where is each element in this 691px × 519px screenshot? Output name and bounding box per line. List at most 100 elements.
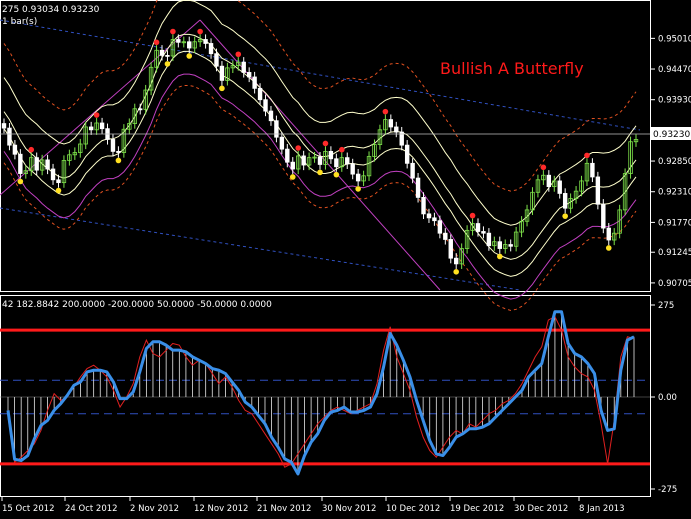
bear-candle bbox=[18, 153, 23, 174]
oscillator-lines bbox=[6, 310, 635, 476]
fractal-high-marker bbox=[28, 146, 35, 153]
bear-candle bbox=[219, 65, 225, 81]
fractal-high-marker bbox=[235, 51, 242, 58]
bear-candle bbox=[268, 110, 274, 122]
date-tick-label: 19 Dec 2012 bbox=[450, 504, 504, 514]
bear-candle bbox=[246, 72, 252, 78]
fractal-high-marker bbox=[170, 28, 176, 35]
bear-candle bbox=[257, 87, 263, 101]
bear-candle bbox=[252, 76, 257, 89]
bear-candle bbox=[355, 173, 361, 182]
oscillator-tick-label: 275 bbox=[658, 301, 674, 311]
fractal-low-marker bbox=[333, 171, 340, 178]
bear-candle bbox=[1, 123, 7, 129]
bear-candle bbox=[317, 156, 323, 165]
fractal-high-marker bbox=[322, 140, 329, 147]
bear-candle bbox=[45, 159, 50, 170]
fractal-low-marker bbox=[115, 157, 122, 164]
fractal-low-marker bbox=[605, 245, 612, 251]
bear-candle bbox=[546, 174, 552, 188]
chart-canvas[interactable]: 0.950100.944700.939300.933900.928500.923… bbox=[0, 0, 691, 515]
oscillator-tick-label: 0.00 bbox=[658, 393, 677, 403]
bear-candle bbox=[595, 176, 601, 205]
date-tick-label: 30 Nov 2012 bbox=[322, 504, 376, 514]
bear-candle bbox=[454, 257, 459, 265]
bear-candle bbox=[279, 136, 285, 150]
bear-candle bbox=[475, 223, 481, 232]
oscillator-header: 42 182.8842 200.0000 -200.0000 50.0000 -… bbox=[2, 300, 272, 310]
date-tick-label: 12 Nov 2012 bbox=[194, 504, 248, 514]
pattern-annotation: Bullish A Butterfly bbox=[440, 59, 584, 78]
fractal-high-marker bbox=[338, 146, 345, 153]
magenta-band bbox=[3, 73, 637, 300]
bear-candle bbox=[263, 99, 268, 112]
date-axis: 15 Oct 2012 24 Oct 2012 2 Nov 2012 12 Nov 2… bbox=[1, 497, 625, 514]
bear-candle bbox=[50, 168, 56, 181]
date-tick-label: 24 Oct 2012 bbox=[65, 504, 118, 514]
fractal-low-marker bbox=[562, 213, 568, 219]
fractal-high-marker bbox=[197, 28, 203, 35]
fractal-high-marker bbox=[153, 39, 160, 46]
fractal-high-marker bbox=[295, 145, 302, 151]
bear-candle bbox=[415, 177, 421, 198]
bear-candle bbox=[486, 232, 492, 247]
bear-candle bbox=[345, 157, 350, 165]
fractal-low-marker bbox=[17, 178, 24, 185]
bear-candle bbox=[301, 155, 306, 166]
fractal-high-marker bbox=[93, 112, 100, 118]
bear-candle bbox=[214, 53, 219, 67]
fractal-low-marker bbox=[453, 269, 460, 275]
price-tick-label: 0.93930 bbox=[658, 96, 691, 106]
date-tick-label: 21 Nov 2012 bbox=[257, 504, 311, 514]
bear-candle bbox=[110, 139, 116, 152]
bear-candle bbox=[557, 180, 562, 194]
price-tick-label: 0.94470 bbox=[658, 65, 691, 75]
price-tick-label: 0.90705 bbox=[658, 279, 691, 289]
fractal-low-marker bbox=[496, 253, 503, 260]
signal-line bbox=[7, 316, 635, 468]
bear-candle bbox=[88, 126, 94, 131]
bear-candle bbox=[481, 231, 486, 234]
fractal-low-marker bbox=[289, 174, 296, 180]
oscillator-axis: 275 0.00 -275 bbox=[651, 301, 677, 495]
bear-candle bbox=[601, 203, 606, 229]
bear-candle bbox=[176, 39, 181, 43]
bear-candle bbox=[12, 144, 18, 155]
bear-candle bbox=[203, 39, 208, 44]
fractal-low-marker bbox=[355, 186, 361, 192]
bear-candle bbox=[7, 127, 12, 146]
bear-candle bbox=[56, 179, 61, 184]
trading-chart-window: 0.950100.944700.939300.933900.928500.923… bbox=[0, 0, 691, 515]
bear-candle bbox=[606, 227, 611, 241]
fractal-low-marker bbox=[219, 85, 225, 92]
date-tick-label: 10 Dec 2012 bbox=[386, 504, 440, 514]
bear-candle bbox=[34, 157, 39, 171]
bear-candle bbox=[394, 126, 399, 133]
price-tick-label: 0.92850 bbox=[658, 157, 691, 167]
bear-candle bbox=[165, 54, 170, 57]
bear-candle bbox=[350, 163, 355, 175]
bear-candle bbox=[421, 197, 426, 215]
fractal-low-marker bbox=[55, 187, 62, 194]
bear-candle bbox=[410, 162, 415, 179]
bear-candle bbox=[426, 213, 432, 219]
bear-candle bbox=[274, 120, 279, 138]
fractal-low-marker bbox=[186, 53, 193, 59]
bear-candle bbox=[388, 119, 394, 128]
bear-candle bbox=[187, 41, 192, 49]
current-price-label: 0.93230 bbox=[653, 130, 690, 140]
price-tick-label: 0.92310 bbox=[658, 188, 691, 198]
price-header: 275 0.93034 0.93230 bbox=[2, 5, 100, 15]
bear-candle bbox=[334, 158, 339, 168]
bear-candle bbox=[290, 161, 295, 170]
bear-candle bbox=[443, 232, 448, 240]
bear-candle bbox=[241, 61, 246, 73]
oscillator-levels bbox=[0, 328, 650, 466]
fractal-high-marker bbox=[584, 152, 590, 159]
date-tick-label: 15 Oct 2012 bbox=[2, 504, 55, 514]
date-tick-label: 2 Nov 2012 bbox=[130, 504, 179, 514]
bear-candle bbox=[328, 150, 334, 160]
bear-candle bbox=[159, 49, 165, 56]
bear-candle bbox=[432, 217, 437, 222]
bear-candle bbox=[590, 162, 595, 178]
